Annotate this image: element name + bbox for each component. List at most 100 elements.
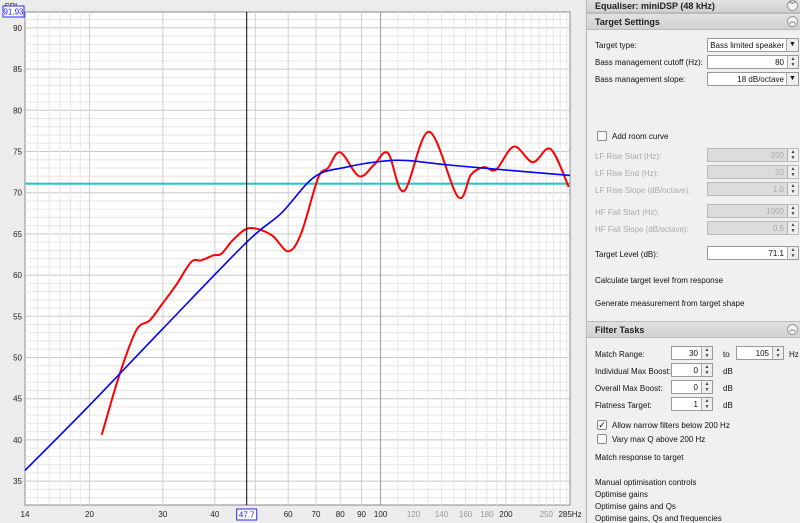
spinner[interactable]: ▲ ▼ xyxy=(701,347,712,359)
db-unit-label: dB xyxy=(723,384,733,393)
equaliser-title: Equaliser: miniDSP (48 kHz) xyxy=(595,1,715,11)
optimise-gains-link[interactable]: Optimise gains xyxy=(595,490,648,499)
collapse-icon[interactable]: ︽ xyxy=(787,16,798,27)
optimise-all-link[interactable]: Optimise gains, Qs and frequencies xyxy=(595,514,722,523)
x-tick-label: 180 xyxy=(480,510,494,519)
flatness-target-input[interactable]: 1 ▲ ▼ xyxy=(671,397,713,411)
x-tick-label: 160 xyxy=(459,510,473,519)
slope-label: Bass management slope: xyxy=(595,75,686,84)
value: 1 xyxy=(693,400,698,409)
x-tick-label: 14 xyxy=(21,510,30,519)
graph-canvas[interactable]: 35 40 45 50 55 60 65 70 75 80 85 90 14 20 30 40 60 70 80 90… xyxy=(0,0,585,523)
match-response-link[interactable]: Match response to target xyxy=(595,453,684,462)
lf-rise-slope-label: LF Rise Slope (dB/octave): xyxy=(595,186,691,195)
match-range-to-input[interactable]: 105 ▲ ▼ xyxy=(736,346,784,360)
value: 1.0 xyxy=(772,185,784,194)
target-settings-header[interactable]: Target Settings ︽ xyxy=(587,13,800,30)
value: 80 xyxy=(775,58,784,67)
y-tick-label: 45 xyxy=(13,395,22,404)
vary-q-label: Vary max Q above 200 Hz xyxy=(612,435,706,444)
to-label: to xyxy=(723,350,730,359)
x-tick-label: 250 xyxy=(540,510,554,519)
match-range-from-input[interactable]: 30 ▲ ▼ xyxy=(671,346,713,360)
spinner[interactable]: ▲ ▼ xyxy=(701,398,712,410)
equaliser-header[interactable]: Equaliser: miniDSP (48 kHz) ︾ xyxy=(587,0,800,13)
dropdown-arrow-icon[interactable]: ▼ xyxy=(786,39,798,51)
collapse-icon[interactable]: ︽ xyxy=(787,324,798,335)
value: 20 xyxy=(775,168,784,177)
y-tick-label: 80 xyxy=(13,106,22,115)
lf-rise-end-label: LF Rise End (Hz): xyxy=(595,169,659,178)
value: 71.1 xyxy=(768,249,784,258)
slope-select[interactable]: 18 dB/octave ▼ xyxy=(707,72,799,86)
selected-value: 18 dB/octave xyxy=(737,75,784,84)
overall-max-boost-label: Overall Max Boost: xyxy=(595,384,663,393)
target-type-select[interactable]: Bass limited speaker ▼ xyxy=(707,38,799,52)
individual-max-boost-input[interactable]: 0 ▲ ▼ xyxy=(671,363,713,377)
spinner[interactable]: ▲ ▼ xyxy=(701,381,712,393)
spinner[interactable]: ▲ ▼ xyxy=(772,347,783,359)
value: 0.5 xyxy=(772,224,784,233)
value: 200 xyxy=(770,151,784,160)
generate-measurement-link[interactable]: Generate measurement from target shape xyxy=(595,299,744,308)
target-level-input[interactable]: 71.1 ▲ ▼ xyxy=(707,246,799,260)
individual-max-boost-label: Individual Max Boost: xyxy=(595,367,672,376)
cursor-x-readout: 47.7 xyxy=(239,511,255,520)
lf-rise-start-input[interactable]: 200 ▲ ▼ xyxy=(707,148,799,162)
y-tick-label: 65 xyxy=(13,230,22,239)
x-tick-label: 70 xyxy=(312,510,321,519)
x-tick-label: 80 xyxy=(336,510,345,519)
value: 0 xyxy=(693,366,698,375)
allow-narrow-label: Allow narrow filters below 200 Hz xyxy=(612,421,730,430)
dropdown-arrow-icon[interactable]: ▼ xyxy=(786,73,798,85)
cutoff-label: Bass management cutoff (Hz): xyxy=(595,58,703,67)
spinner[interactable]: ▲ ▼ xyxy=(787,222,798,234)
eq-side-panel: Equaliser: miniDSP (48 kHz) ︾ Target Sett… xyxy=(586,0,800,523)
x-tick-label: 20 xyxy=(85,510,94,519)
y-tick-label: 40 xyxy=(13,436,22,445)
db-unit-label: dB xyxy=(723,367,733,376)
target-type-label: Target type: xyxy=(595,41,637,50)
hf-fall-slope-input[interactable]: 0.5 ▲ ▼ xyxy=(707,221,799,235)
db-unit-label: dB xyxy=(723,401,733,410)
spinner[interactable]: ▲ ▼ xyxy=(787,149,798,161)
room-curve-checkbox[interactable] xyxy=(597,131,607,141)
x-tick-label: 60 xyxy=(284,510,293,519)
spinner[interactable]: ▲ ▼ xyxy=(787,247,798,259)
cutoff-input[interactable]: 80 ▲ ▼ xyxy=(707,55,799,69)
hz-unit-label: Hz xyxy=(789,350,799,359)
x-tick-label: 285Hz xyxy=(558,510,581,519)
calculate-target-level-link[interactable]: Calculate target level from response xyxy=(595,276,723,285)
y-tick-label: 90 xyxy=(13,24,22,33)
value: 0 xyxy=(693,383,698,392)
optimise-gains-qs-link[interactable]: Optimise gains and Qs xyxy=(595,502,676,511)
allow-narrow-checkbox[interactable]: ✓ xyxy=(597,420,607,430)
hf-fall-start-input[interactable]: 1000 ▲ ▼ xyxy=(707,204,799,218)
value: 1000 xyxy=(766,207,784,216)
y-tick-label: 35 xyxy=(13,477,22,486)
lf-rise-slope-input[interactable]: 1.0 ▲ ▼ xyxy=(707,182,799,196)
manual-optimisation-link[interactable]: Manual optimisation controls xyxy=(595,478,696,487)
lf-rise-end-input[interactable]: 20 ▲ ▼ xyxy=(707,165,799,179)
y-tick-label: 50 xyxy=(13,354,22,363)
spinner[interactable]: ▲ ▼ xyxy=(787,56,798,68)
flatness-target-label: Flatness Target: xyxy=(595,401,652,410)
hf-fall-start-label: HF Fall Start (Hz): xyxy=(595,208,660,217)
filter-tasks-header[interactable]: Filter Tasks ︽ xyxy=(587,321,800,338)
spinner[interactable]: ▲ ▼ xyxy=(787,205,798,217)
y-tick-label: 70 xyxy=(13,189,22,198)
spinner[interactable]: ▲ ▼ xyxy=(787,183,798,195)
value: 105 xyxy=(755,349,769,358)
spinner[interactable]: ▲ ▼ xyxy=(787,166,798,178)
match-range-label: Match Range: xyxy=(595,350,645,359)
overall-max-boost-input[interactable]: 0 ▲ ▼ xyxy=(671,380,713,394)
hf-fall-slope-label: HF Fall Slope (dB/octave): xyxy=(595,225,689,234)
expand-icon[interactable]: ︾ xyxy=(787,0,798,11)
section-title: Filter Tasks xyxy=(595,325,645,335)
x-tick-label: 100 xyxy=(374,510,388,519)
frequency-response-graph[interactable]: 35 40 45 50 55 60 65 70 75 80 85 90 14 20 30 40 60 70 80 90… xyxy=(0,0,585,523)
vary-q-checkbox[interactable] xyxy=(597,434,607,444)
spinner[interactable]: ▲ ▼ xyxy=(701,364,712,376)
selected-value: Bass limited speaker xyxy=(710,41,784,50)
y-tick-label: 85 xyxy=(13,65,22,74)
